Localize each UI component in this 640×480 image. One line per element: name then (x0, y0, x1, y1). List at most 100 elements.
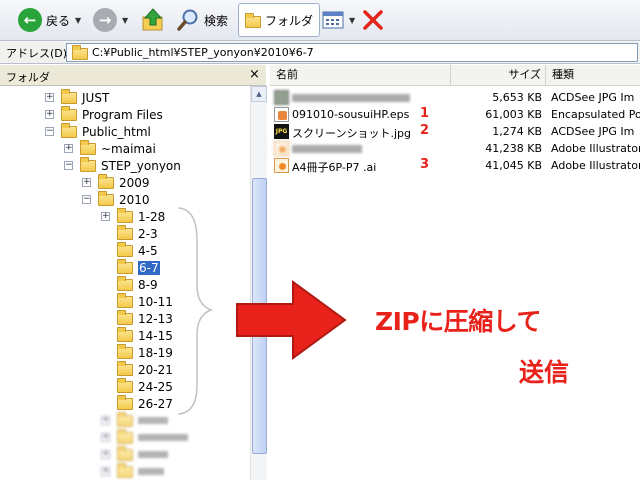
close-icon[interactable]: × (249, 67, 260, 82)
folder-icon (117, 343, 133, 359)
redacted-label (138, 468, 164, 475)
collapse-icon[interactable]: − (45, 127, 54, 136)
tree-node-4-5[interactable]: 4-5 (117, 241, 158, 259)
views-dropdown-icon[interactable]: ▼ (349, 16, 355, 25)
folder-icon (98, 173, 114, 189)
tree-node-2010[interactable]: − 2010 (82, 190, 150, 208)
tree-node-label: Program Files (82, 107, 163, 122)
file-row[interactable]: A4冊子6P-P7 .ai 3 41,045 KB Adobe Illustra… (270, 157, 640, 174)
ai-file-icon (274, 141, 289, 156)
tree-node-redacted[interactable]: + (101, 411, 168, 429)
tree-node-just[interactable]: + JUST (45, 88, 110, 106)
forward-button[interactable]: → ▼ (93, 4, 128, 36)
tree-node-step-yonyon[interactable]: − STEP_yonyon (64, 156, 181, 174)
tree-node-label: 4-5 (138, 243, 158, 258)
back-label: 戻る (46, 13, 71, 28)
file-type: ACDSee JPG Im (551, 91, 635, 104)
delete-button[interactable] (361, 4, 385, 36)
scroll-up-arrow-icon[interactable]: ▲ (251, 86, 267, 102)
file-type: Encapsulated Po (551, 108, 640, 121)
folder-icon (117, 428, 133, 444)
tree-node-label: 26-27 (138, 396, 173, 411)
forward-dropdown-icon[interactable]: ▼ (122, 16, 128, 25)
expand-icon[interactable]: + (101, 433, 110, 442)
tree-node-redacted[interactable]: + (101, 428, 188, 446)
annotation-number-1: 1 (420, 106, 430, 121)
file-size: 61,003 KB (485, 108, 542, 121)
file-row[interactable]: 41,238 KB Adobe Illustrator (270, 140, 640, 157)
tree-node-26-27[interactable]: 26-27 (117, 394, 173, 412)
tree-node-maimai[interactable]: + ~maimai (64, 139, 156, 157)
expand-icon[interactable]: + (64, 144, 73, 153)
file-row[interactable]: JPG スクリーンショット.jpg 2 1,274 KB ACDSee JPG … (270, 123, 640, 140)
views-button[interactable]: ▼ (322, 4, 355, 36)
collapse-icon[interactable]: − (82, 195, 91, 204)
file-type: Adobe Illustrator (551, 159, 640, 172)
tree-node-1-28[interactable]: + 1-28 (101, 207, 166, 225)
tree-node-label: 18-19 (138, 345, 173, 360)
tree-node-10-11[interactable]: 10-11 (117, 292, 173, 310)
folders-button[interactable]: フォルダ (238, 3, 321, 37)
views-icon (322, 11, 344, 29)
column-size-header[interactable]: サイズ (451, 65, 546, 86)
tree-node-public-html[interactable]: − Public_html (45, 122, 151, 140)
folder-icon (117, 207, 133, 223)
tree-node-14-15[interactable]: 14-15 (117, 326, 173, 344)
eps-file-icon (274, 107, 289, 122)
tree-node-2-3[interactable]: 2-3 (117, 224, 158, 242)
back-arrow-icon: ← (18, 8, 42, 32)
tree-node-6-7-selected[interactable]: 6-7 (117, 258, 160, 276)
tree-node-program-files[interactable]: + Program Files (45, 105, 163, 123)
folder-icon (117, 309, 133, 325)
folder-pane-header: フォルダ × (0, 65, 266, 86)
file-row[interactable]: 5,653 KB ACDSee JPG Im (270, 89, 640, 106)
back-button[interactable]: ← 戻る ▼ (18, 4, 81, 36)
up-folder-button[interactable] (140, 4, 166, 36)
tree-node-20-21[interactable]: 20-21 (117, 360, 173, 378)
tree-node-label: 20-21 (138, 362, 173, 377)
folder-icon (117, 241, 133, 257)
tree-node-24-25[interactable]: 24-25 (117, 377, 173, 395)
address-bar: アドレス(D) C:¥Public_html¥STEP_yonyon¥2010¥… (0, 41, 640, 64)
expand-icon[interactable]: + (45, 93, 54, 102)
address-input[interactable]: C:¥Public_html¥STEP_yonyon¥2010¥6-7 (66, 43, 638, 62)
expand-icon[interactable]: + (101, 416, 110, 425)
folder-icon (61, 88, 77, 104)
redacted-label (138, 434, 188, 441)
tree-node-label: 1-28 (138, 209, 166, 224)
expand-icon[interactable]: + (101, 212, 110, 221)
tree-node-redacted[interactable]: + (101, 445, 168, 463)
tree-node-label: 10-11 (138, 294, 173, 309)
folder-icon (117, 224, 133, 240)
column-name-header[interactable]: 名前 (270, 65, 451, 86)
address-folder-icon (72, 44, 88, 60)
file-type: Adobe Illustrator (551, 142, 640, 155)
column-type-header[interactable]: 種類 (546, 65, 640, 86)
tree-node-label: STEP_yonyon (101, 158, 181, 173)
tree-node-redacted[interactable]: + (101, 462, 164, 480)
tree-node-2009[interactable]: + 2009 (82, 173, 150, 191)
expand-icon[interactable]: + (45, 110, 54, 119)
tree-node-18-19[interactable]: 18-19 (117, 343, 173, 361)
zip-compress-annotation: ZIPに圧縮して (375, 307, 542, 336)
folder-icon (117, 292, 133, 308)
address-label: アドレス(D) (6, 47, 68, 60)
tree-node-label: 24-25 (138, 379, 173, 394)
folder-icon (117, 258, 133, 274)
back-dropdown-icon[interactable]: ▼ (75, 16, 81, 25)
file-row[interactable]: 091010-sousuiHP.eps 1 61,003 KB Encapsul… (270, 106, 640, 123)
folders-icon (245, 13, 261, 28)
collapse-icon[interactable]: − (64, 161, 73, 170)
tree-node-label: JUST (82, 90, 110, 105)
expand-icon[interactable]: + (101, 467, 110, 476)
tree-node-8-9[interactable]: 8-9 (117, 275, 158, 293)
tree-node-12-13[interactable]: 12-13 (117, 309, 173, 327)
address-path: C:¥Public_html¥STEP_yonyon¥2010¥6-7 (92, 46, 314, 59)
expand-icon[interactable]: + (82, 178, 91, 187)
search-icon (177, 9, 198, 31)
file-name: 091010-sousuiHP.eps (292, 108, 410, 121)
delete-x-icon (363, 10, 383, 30)
search-button[interactable]: 検索 (176, 4, 228, 36)
up-folder-icon (142, 8, 163, 31)
expand-icon[interactable]: + (101, 450, 110, 459)
